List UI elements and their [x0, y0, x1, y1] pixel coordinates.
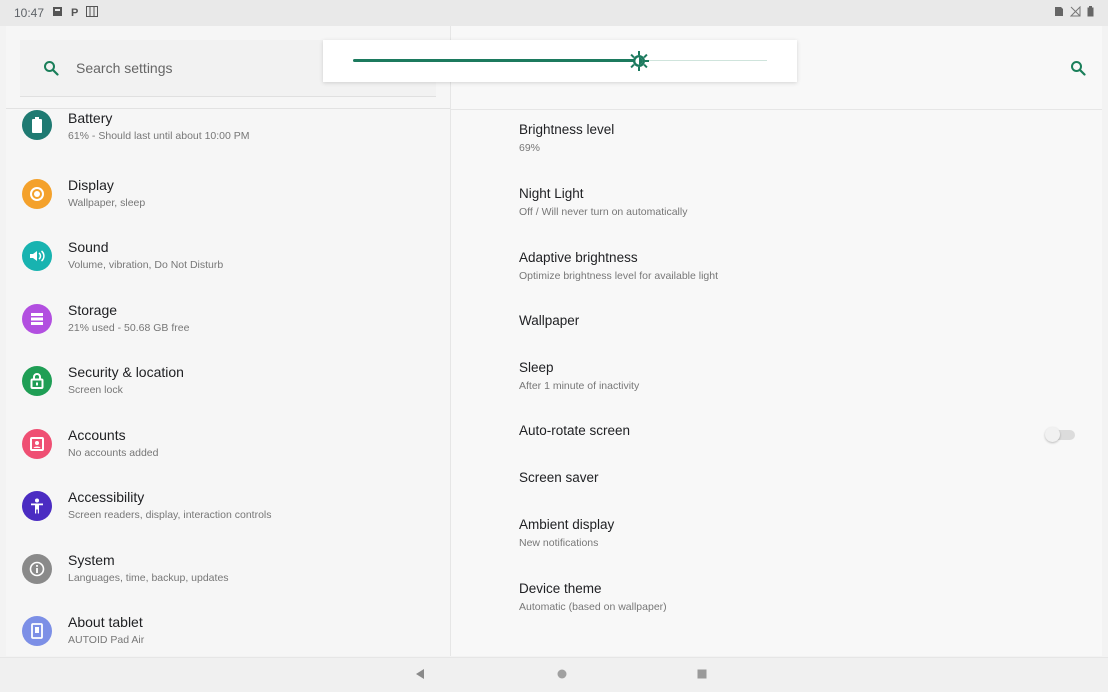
setting-title: Screen saver [519, 470, 599, 485]
tablet-icon [22, 616, 52, 646]
setting-wallpaper[interactable]: Wallpaper [519, 313, 1089, 360]
setting-title: Brightness level [519, 122, 615, 137]
category-title: About tablet [68, 614, 143, 630]
setting-ambient-display[interactable]: Ambient display New notifications [519, 517, 1089, 581]
status-bar: 10:47 P [0, 0, 1108, 26]
setting-auto-rotate[interactable]: Auto-rotate screen [519, 423, 1089, 470]
category-list: Battery 61% - Should last until about 10… [6, 110, 450, 673]
category-item-sound[interactable]: Sound Volume, vibration, Do Not Disturb [6, 235, 450, 298]
status-time: 10:47 [14, 6, 45, 20]
display-settings-pane: Brightness level 69% Night Light Off / W… [451, 26, 1102, 656]
category-subtitle: Volume, vibration, Do Not Disturb [68, 259, 224, 271]
category-item-battery[interactable]: Battery 61% - Should last until about 10… [6, 110, 450, 173]
brightness-icon [22, 178, 52, 209]
search-icon[interactable] [1070, 60, 1088, 78]
category-title: Sound [68, 239, 109, 255]
divider [6, 108, 450, 109]
category-subtitle: 61% - Should last until about 10:00 PM [68, 130, 250, 142]
category-subtitle: Screen lock [68, 384, 123, 396]
setting-adaptive-brightness[interactable]: Adaptive brightness Optimize brightness … [519, 250, 1089, 313]
category-subtitle: AUTOID Pad Air [68, 634, 145, 646]
back-icon[interactable] [412, 666, 428, 682]
gallery-icon [86, 6, 99, 20]
category-subtitle: Languages, time, backup, updates [68, 571, 229, 584]
storage-icon [22, 303, 52, 334]
category-title: Accounts [68, 426, 126, 443]
recents-icon[interactable] [694, 666, 710, 682]
setting-device-theme[interactable]: Device theme Automatic (based on wallpap… [519, 581, 1089, 631]
category-title: Battery [68, 110, 113, 126]
battery-icon [1087, 6, 1094, 20]
category-title: System [68, 551, 115, 568]
setting-subtitle: 69% [519, 142, 541, 154]
category-title: Display [68, 176, 114, 193]
p-icon: P [71, 7, 79, 19]
category-item-accessibility[interactable]: Accessibility Screen readers, display, i… [6, 485, 450, 548]
settings-categories-pane: Search settings Battery 61% - Should las… [6, 26, 451, 656]
setting-title: Sleep [519, 360, 554, 375]
setting-brightness-level[interactable]: Brightness level 69% [519, 122, 1089, 186]
category-title: Security & location [68, 364, 184, 380]
auto-rotate-toggle[interactable] [1045, 427, 1075, 442]
lock-icon [22, 366, 52, 396]
category-subtitle: Wallpaper, sleep [68, 196, 146, 209]
setting-title: Wallpaper [519, 313, 580, 328]
account-icon [22, 428, 52, 459]
brightness-popup [323, 40, 797, 82]
brightness-slider-track[interactable] [638, 60, 767, 61]
notification-icon [52, 6, 63, 20]
category-title: Accessibility [68, 489, 145, 505]
divider [451, 109, 1102, 110]
sim-icon [1054, 6, 1064, 20]
setting-subtitle: After 1 minute of inactivity [519, 380, 640, 392]
status-right [1054, 0, 1094, 26]
category-subtitle: 21% used - 50.68 GB free [68, 321, 190, 334]
category-item-security[interactable]: Security & location Screen lock [6, 360, 450, 423]
category-item-display[interactable]: Display Wallpaper, sleep [6, 173, 450, 236]
home-icon[interactable] [554, 666, 570, 682]
toggle-thumb [1045, 427, 1060, 442]
setting-sleep[interactable]: Sleep After 1 minute of inactivity [519, 360, 1089, 423]
category-item-accounts[interactable]: Accounts No accounts added [6, 423, 450, 486]
category-item-storage[interactable]: Storage 21% used - 50.68 GB free [6, 298, 450, 361]
no-signal-icon [1069, 5, 1081, 20]
category-subtitle: No accounts added [68, 446, 159, 459]
setting-title: Device theme [519, 581, 602, 596]
category-item-system[interactable]: System Languages, time, backup, updates [6, 548, 450, 611]
status-left: 10:47 P [0, 6, 99, 20]
search-icon[interactable] [42, 59, 60, 77]
setting-title: Auto-rotate screen [519, 423, 631, 438]
accessibility-icon [22, 491, 52, 521]
setting-night-light[interactable]: Night Light Off / Will never turn on aut… [519, 186, 1089, 250]
setting-title: Ambient display [519, 517, 615, 532]
setting-subtitle: Off / Will never turn on automatically [519, 206, 688, 218]
display-settings-list: Brightness level 69% Night Light Off / W… [519, 122, 1089, 631]
setting-title: Adaptive brightness [519, 250, 638, 265]
search-input[interactable]: Search settings [76, 60, 173, 76]
setting-subtitle: Optimize brightness level for available … [519, 270, 719, 282]
setting-subtitle: Automatic (based on wallpaper) [519, 601, 667, 613]
navigation-bar [0, 657, 1108, 692]
category-subtitle: Screen readers, display, interaction con… [68, 509, 272, 521]
info-icon [22, 553, 52, 584]
volume-icon [22, 241, 52, 271]
setting-title: Night Light [519, 186, 584, 201]
setting-subtitle: New notifications [519, 537, 599, 549]
category-title: Storage [68, 301, 118, 318]
setting-screen-saver[interactable]: Screen saver [519, 470, 1089, 517]
brightness-slider-thumb[interactable] [628, 50, 650, 72]
brightness-slider-filled[interactable] [353, 59, 639, 62]
battery-icon [22, 110, 52, 140]
